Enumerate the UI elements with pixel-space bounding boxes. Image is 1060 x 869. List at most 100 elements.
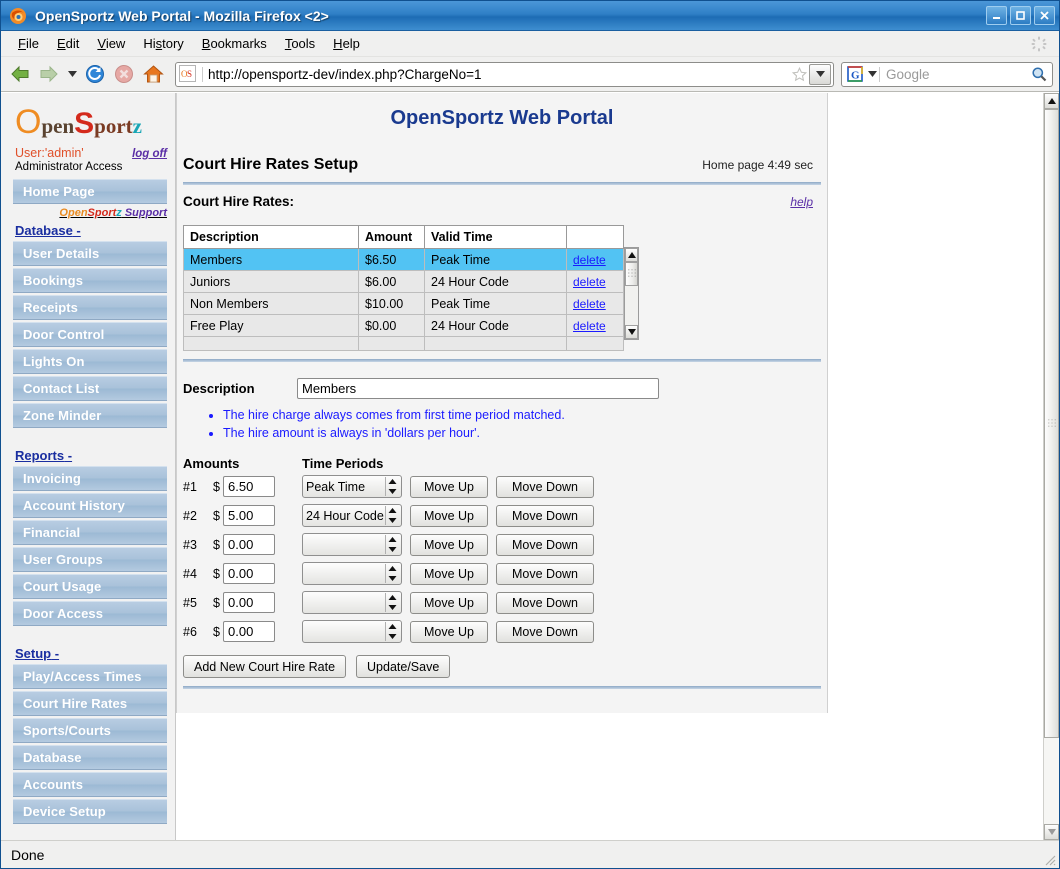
sidebar-item-accounts[interactable]: Accounts [13, 772, 167, 797]
menu-tools[interactable]: Tools [276, 34, 324, 53]
sidebar-item-receipts[interactable]: Receipts [13, 295, 167, 320]
amount-input-2[interactable] [223, 505, 275, 526]
time-period-select-3[interactable] [302, 533, 402, 556]
table-row[interactable]: Members $6.50 Peak Time delete [183, 248, 624, 271]
sidebar-item-account-history[interactable]: Account History [13, 493, 167, 518]
time-period-select-wrap-4[interactable] [302, 562, 402, 585]
sidebar-item-invoicing[interactable]: Invoicing [13, 466, 167, 491]
reload-icon[interactable] [82, 61, 108, 87]
menu-edit[interactable]: Edit [48, 34, 88, 53]
search-input[interactable]: Google [879, 66, 1028, 82]
sidebar-item-zone-minder[interactable]: Zone Minder [13, 403, 167, 428]
amount-input-1[interactable] [223, 476, 275, 497]
delete-link[interactable]: delete [573, 253, 606, 267]
menu-bookmarks[interactable]: Bookmarks [193, 34, 276, 53]
sidebar-group-reports[interactable]: Reports - [15, 448, 167, 463]
delete-link[interactable]: delete [573, 297, 606, 311]
sidebar-item-court-hire-rates[interactable]: Court Hire Rates [13, 691, 167, 716]
close-button[interactable] [1034, 6, 1055, 25]
table-scroll-up-button[interactable] [625, 248, 638, 262]
page-scroll-thumb[interactable] [1044, 109, 1059, 739]
move-up-button-6[interactable]: Move Up [410, 620, 488, 643]
url-bar[interactable]: O S http://opensportz-dev/index.php?Char… [175, 61, 834, 87]
move-up-button-4[interactable]: Move Up [410, 562, 488, 585]
time-period-select-wrap-6[interactable] [302, 620, 402, 643]
move-up-button-1[interactable]: Move Up [410, 475, 488, 498]
table-row[interactable]: Free Play $0.00 24 Hour Code delete [183, 314, 624, 337]
move-down-button-4[interactable]: Move Down [496, 562, 594, 585]
sidebar-item-door-control[interactable]: Door Control [13, 322, 167, 347]
add-new-court-hire-rate-button[interactable]: Add New Court Hire Rate [183, 655, 347, 678]
sidebar-item-sports-courts[interactable]: Sports/Courts [13, 718, 167, 743]
time-period-select-1[interactable]: Peak Time [302, 475, 402, 498]
sidebar-item-home-page[interactable]: Home Page [13, 179, 167, 204]
time-period-select-2[interactable]: 24 Hour Code [302, 504, 402, 527]
sidebar-item-device-setup[interactable]: Device Setup [13, 799, 167, 824]
page-scroll-up-button[interactable] [1044, 93, 1059, 109]
bookmark-star-icon[interactable] [789, 66, 809, 82]
move-down-button-3[interactable]: Move Down [496, 533, 594, 556]
sidebar-item-bookings[interactable]: Bookings [13, 268, 167, 293]
page-scroll-down-button[interactable] [1044, 824, 1059, 840]
help-link[interactable]: help [790, 195, 813, 209]
table-scroll-thumb[interactable] [625, 262, 638, 286]
sidebar-item-user-details[interactable]: User Details [13, 241, 167, 266]
move-down-button-6[interactable]: Move Down [496, 620, 594, 643]
move-down-button-1[interactable]: Move Down [496, 475, 594, 498]
time-period-select-wrap-1[interactable]: Peak Time [302, 475, 402, 498]
table-row[interactable]: Non Members $10.00 Peak Time delete [183, 292, 624, 315]
move-up-button-2[interactable]: Move Up [410, 504, 488, 527]
sidebar-item-court-usage[interactable]: Court Usage [13, 574, 167, 599]
delete-link[interactable]: delete [573, 319, 606, 333]
minimize-button[interactable] [986, 6, 1007, 25]
back-icon[interactable] [7, 61, 33, 87]
amount-input-5[interactable] [223, 592, 275, 613]
menu-help[interactable]: Help [324, 34, 369, 53]
opensportz-support-link[interactable]: OpenSportz Support [13, 207, 167, 219]
sidebar-item-financial[interactable]: Financial [13, 520, 167, 545]
move-up-button-5[interactable]: Move Up [410, 591, 488, 614]
description-input[interactable] [297, 378, 659, 399]
move-up-button-3[interactable]: Move Up [410, 533, 488, 556]
maximize-button[interactable] [1010, 6, 1031, 25]
time-period-select-wrap-2[interactable]: 24 Hour Code [302, 504, 402, 527]
update-save-button[interactable]: Update/Save [356, 655, 451, 678]
move-down-button-5[interactable]: Move Down [496, 591, 594, 614]
home-icon[interactable] [140, 61, 166, 87]
table-scroll-track[interactable] [625, 262, 638, 325]
time-period-select-wrap-3[interactable] [302, 533, 402, 556]
history-dropdown-icon[interactable] [65, 61, 79, 87]
search-engine-dropdown-icon[interactable] [865, 71, 879, 77]
resize-grip-icon[interactable] [1042, 852, 1056, 866]
search-icon[interactable] [1028, 66, 1050, 82]
sidebar-item-database[interactable]: Database [13, 745, 167, 770]
menu-history[interactable]: History [134, 34, 192, 53]
menu-view[interactable]: View [88, 34, 134, 53]
sidebar-item-contact-list[interactable]: Contact List [13, 376, 167, 401]
time-period-select-wrap-5[interactable] [302, 591, 402, 614]
table-scrollbar[interactable] [624, 247, 639, 340]
move-down-button-2[interactable]: Move Down [496, 504, 594, 527]
time-period-select-6[interactable] [302, 620, 402, 643]
time-period-select-5[interactable] [302, 591, 402, 614]
sidebar-item-door-access[interactable]: Door Access [13, 601, 167, 626]
sidebar-group-database[interactable]: Database - [15, 223, 167, 238]
sidebar-group-setup[interactable]: Setup - [15, 646, 167, 661]
go-button[interactable] [809, 63, 831, 85]
sidebar-item-play-access-times[interactable]: Play/Access Times [13, 664, 167, 689]
amount-input-6[interactable] [223, 621, 275, 642]
amount-input-3[interactable] [223, 534, 275, 555]
delete-link[interactable]: delete [573, 275, 606, 289]
time-period-select-4[interactable] [302, 562, 402, 585]
table-row[interactable]: Juniors $6.00 24 Hour Code delete [183, 270, 624, 293]
page-scrollbar[interactable] [1043, 93, 1059, 840]
logoff-link[interactable]: log off [132, 148, 167, 160]
search-bar[interactable]: G Google [841, 61, 1053, 87]
menu-file[interactable]: FFileile [9, 34, 48, 53]
sidebar-item-user-groups[interactable]: User Groups [13, 547, 167, 572]
google-icon[interactable]: G [846, 66, 865, 83]
page-scroll-track[interactable] [1044, 109, 1059, 824]
url-text[interactable]: http://opensportz-dev/index.php?ChargeNo… [202, 66, 789, 82]
table-scroll-down-button[interactable] [625, 325, 638, 339]
sidebar-item-lights-on[interactable]: Lights On [13, 349, 167, 374]
